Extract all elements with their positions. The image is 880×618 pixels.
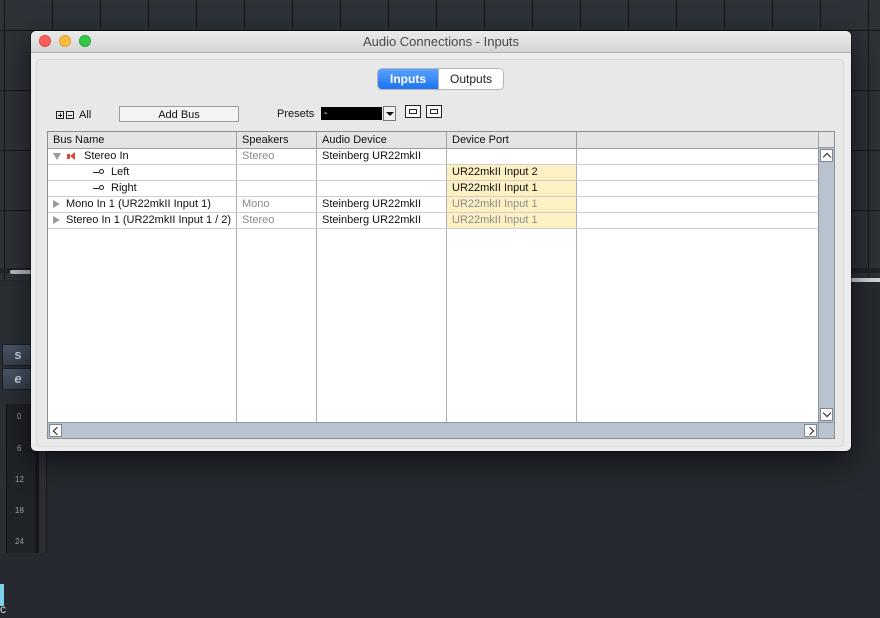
audio-device-cell[interactable]: Steinberg UR22mkII: [317, 197, 446, 212]
scrollbar-corner: [818, 422, 834, 438]
header-corner: [818, 132, 834, 148]
collapse-triangle-icon[interactable]: [53, 152, 61, 160]
column-header-bus-name[interactable]: Bus Name: [48, 132, 237, 148]
device-port-cell[interactable]: UR22mkII Input 1: [447, 181, 576, 196]
background-edit-button[interactable]: e: [2, 368, 34, 390]
channel-connector-icon: [93, 184, 105, 192]
bus-name-cell: Right: [88, 181, 236, 196]
audio-device-cell[interactable]: Steinberg UR22mkII: [317, 149, 446, 164]
scroll-left-button[interactable]: [49, 424, 62, 437]
column-header-audio-device[interactable]: Audio Device: [317, 132, 447, 148]
scroll-down-button[interactable]: [820, 408, 833, 421]
meter-tick: 0: [17, 412, 22, 421]
speakers-cell[interactable]: Stereo: [237, 213, 316, 228]
table-header: Bus Name Speakers Audio Device Device Po…: [48, 132, 818, 149]
add-bus-button[interactable]: Add Bus: [119, 106, 239, 122]
io-tab-switcher: Inputs Outputs: [378, 69, 504, 89]
table-row[interactable]: Left UR22mkII Input 2: [48, 165, 818, 181]
meter-tick: 18: [15, 506, 24, 515]
column-header-empty: [577, 132, 818, 148]
speakers-cell[interactable]: Mono: [237, 197, 316, 212]
bus-name-text[interactable]: Mono In 1 (UR22mkII Input 1): [66, 198, 211, 210]
presets-select[interactable]: -: [321, 107, 382, 120]
title-bar[interactable]: Audio Connections - Inputs: [31, 31, 851, 53]
presets-dropdown-arrow-icon[interactable]: [383, 106, 396, 121]
channel-name-text[interactable]: Left: [111, 166, 129, 178]
presets-label: Presets: [277, 108, 315, 120]
device-port-cell[interactable]: UR22mkII Input 1: [447, 197, 576, 212]
channel-name-text[interactable]: Right: [111, 182, 137, 194]
chevron-right-icon: [805, 426, 815, 435]
table-row[interactable]: Mono In 1 (UR22mkII Input 1) Mono Steinb…: [48, 197, 818, 213]
channel-connector-icon: [93, 168, 105, 176]
expand-all-icon[interactable]: [56, 111, 64, 119]
background-partial-label: c: [0, 602, 6, 616]
background-solo-button[interactable]: s: [2, 344, 34, 366]
scroll-up-button[interactable]: [820, 149, 833, 162]
device-port-cell[interactable]: [447, 149, 576, 164]
remove-preset-icon[interactable]: [426, 105, 442, 118]
column-header-device-port[interactable]: Device Port: [447, 132, 577, 148]
bus-name-text[interactable]: Stereo In: [84, 150, 129, 162]
bus-table: Bus Name Speakers Audio Device Device Po…: [47, 131, 835, 439]
table-row[interactable]: Stereo In 1 (UR22mkII Input 1 / 2) Stere…: [48, 213, 818, 229]
table-row[interactable]: Right UR22mkII Input 1: [48, 181, 818, 197]
meter-tick: 12: [15, 475, 24, 484]
window-title: Audio Connections - Inputs: [362, 34, 520, 49]
expand-triangle-icon[interactable]: [53, 200, 60, 209]
speakers-cell[interactable]: Stereo: [237, 149, 316, 164]
tab-inputs[interactable]: Inputs: [378, 69, 438, 89]
bus-name-cell: Mono In 1 (UR22mkII Input 1): [48, 197, 236, 212]
table-row[interactable]: Stereo In Stereo Steinberg UR22mkII: [48, 149, 818, 165]
bus-name-cell: Stereo In 1 (UR22mkII Input 1 / 2): [48, 213, 236, 228]
store-preset-icon[interactable]: [405, 105, 421, 118]
bus-name-cell: Stereo In: [48, 149, 236, 164]
horizontal-scrollbar[interactable]: [48, 422, 818, 438]
bus-name-text[interactable]: Stereo In 1 (UR22mkII Input 1 / 2): [66, 214, 231, 226]
meter-tick: 6: [17, 444, 22, 453]
chevron-up-icon: [822, 152, 832, 162]
tab-outputs[interactable]: Outputs: [438, 69, 504, 89]
audio-device-cell[interactable]: Steinberg UR22mkII: [317, 213, 446, 228]
background-divider-highlight: [848, 278, 880, 282]
expand-all-label: All: [79, 109, 92, 121]
chevron-left-icon: [52, 426, 62, 435]
audio-connections-window: Audio Connections - Inputs Inputs Output…: [31, 31, 851, 451]
expand-triangle-icon[interactable]: [53, 216, 60, 225]
meter-tick: 24: [15, 537, 24, 546]
device-port-cell[interactable]: UR22mkII Input 2: [447, 165, 576, 180]
column-header-speakers[interactable]: Speakers: [237, 132, 317, 148]
chevron-down-icon: [822, 408, 832, 418]
scroll-right-button[interactable]: [804, 424, 817, 437]
vertical-scrollbar[interactable]: [818, 148, 834, 422]
bus-name-cell: Left: [88, 165, 236, 180]
expand-collapse-all: All: [56, 108, 96, 122]
collapse-all-icon[interactable]: [66, 111, 74, 119]
speaker-icon: [67, 151, 77, 161]
device-port-cell[interactable]: UR22mkII Input 1: [447, 213, 576, 228]
